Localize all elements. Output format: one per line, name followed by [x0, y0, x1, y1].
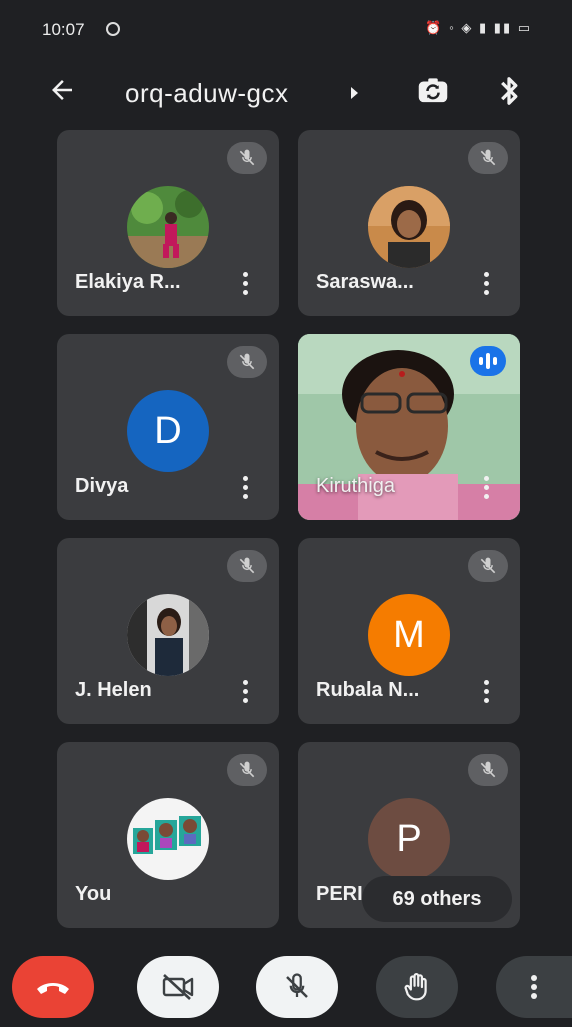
mic-off-badge [227, 142, 267, 174]
mic-off-badge [468, 754, 508, 786]
participant-tile-video[interactable]: Kiruthiga [298, 334, 520, 520]
mic-off-icon [480, 149, 496, 166]
profile-photo [127, 798, 209, 880]
participant-name: You [75, 883, 112, 905]
switch-camera-button[interactable] [414, 72, 452, 110]
participant-tile[interactable]: D Divya [57, 334, 279, 520]
avatar [127, 798, 209, 880]
mic-off-icon [239, 149, 255, 166]
participant-tile[interactable]: J. Helen [57, 538, 279, 724]
mic-off-icon [286, 973, 308, 998]
caret-right-icon[interactable] [351, 87, 358, 99]
participant-name: Elakiya R... [75, 271, 181, 293]
participant-name: J. Helen [75, 679, 152, 701]
mic-off-badge [227, 550, 267, 582]
call-controls [0, 944, 572, 1027]
avatar-letter: P [368, 798, 450, 880]
raise-hand-icon [404, 973, 427, 1001]
more-options-button[interactable] [496, 956, 572, 1018]
end-call-button[interactable] [12, 956, 94, 1018]
participant-menu-button[interactable] [239, 270, 251, 298]
profile-photo [368, 186, 450, 268]
bluetooth-icon [501, 77, 518, 105]
avatar [127, 594, 209, 676]
profile-photo [127, 594, 209, 676]
mic-off-icon [239, 557, 255, 574]
raise-hand-button[interactable] [376, 956, 458, 1018]
mic-off-badge [468, 142, 508, 174]
participant-menu-button[interactable] [239, 474, 251, 502]
mic-toggle-button[interactable] [256, 956, 338, 1018]
participant-tile[interactable]: Saraswa... [298, 130, 520, 316]
mic-off-badge [227, 346, 267, 378]
participant-menu-button[interactable] [480, 474, 492, 502]
arrow-left-icon [52, 80, 72, 100]
sync-icon [106, 22, 120, 36]
bluetooth-button[interactable] [494, 72, 524, 110]
participant-tile-self[interactable]: You [57, 742, 279, 928]
mic-off-icon [239, 761, 255, 778]
status-time: 10:07 [42, 20, 85, 39]
mic-off-icon [480, 761, 496, 778]
camera-off-icon [162, 974, 194, 1000]
switch-camera-icon [418, 78, 448, 103]
avatar [368, 186, 450, 268]
meet-screen: 10:07 ⏰ ◦ ◈ ▮ ▮▮ ▭ orq-aduw-gcx Elakiya … [0, 0, 572, 1027]
participant-name: Rubala N... [316, 679, 420, 701]
avatar [127, 186, 209, 268]
participant-tile[interactable]: M Rubala N... [298, 538, 520, 724]
avatar-letter: D [127, 390, 209, 472]
speaking-indicator [470, 346, 506, 376]
mic-off-badge [227, 754, 267, 786]
mic-off-icon [480, 557, 496, 574]
participant-name: Kiruthiga [316, 475, 395, 497]
profile-photo [127, 186, 209, 268]
avatar-letter: M [368, 594, 450, 676]
participant-menu-button[interactable] [480, 270, 492, 298]
participant-menu-button[interactable] [480, 678, 492, 706]
status-icons: ⏰ ◦ ◈ ▮ ▮▮ ▭ [425, 20, 532, 35]
meeting-header: orq-aduw-gcx [0, 58, 572, 126]
camera-toggle-button[interactable] [137, 956, 219, 1018]
participant-name: PERI [316, 883, 363, 905]
participant-menu-button[interactable] [239, 678, 251, 706]
status-bar: 10:07 ⏰ ◦ ◈ ▮ ▮▮ ▭ [0, 0, 572, 58]
mic-off-icon [239, 353, 255, 370]
more-options-icon [531, 975, 537, 999]
participant-tile[interactable]: Elakiya R... [57, 130, 279, 316]
back-button[interactable] [44, 72, 80, 108]
others-count-button[interactable]: 69 others [362, 876, 512, 922]
end-call-icon [37, 983, 69, 994]
mic-off-badge [468, 550, 508, 582]
participant-name: Divya [75, 475, 129, 497]
meeting-code[interactable]: orq-aduw-gcx [125, 78, 289, 109]
participant-name: Saraswa... [316, 271, 414, 293]
